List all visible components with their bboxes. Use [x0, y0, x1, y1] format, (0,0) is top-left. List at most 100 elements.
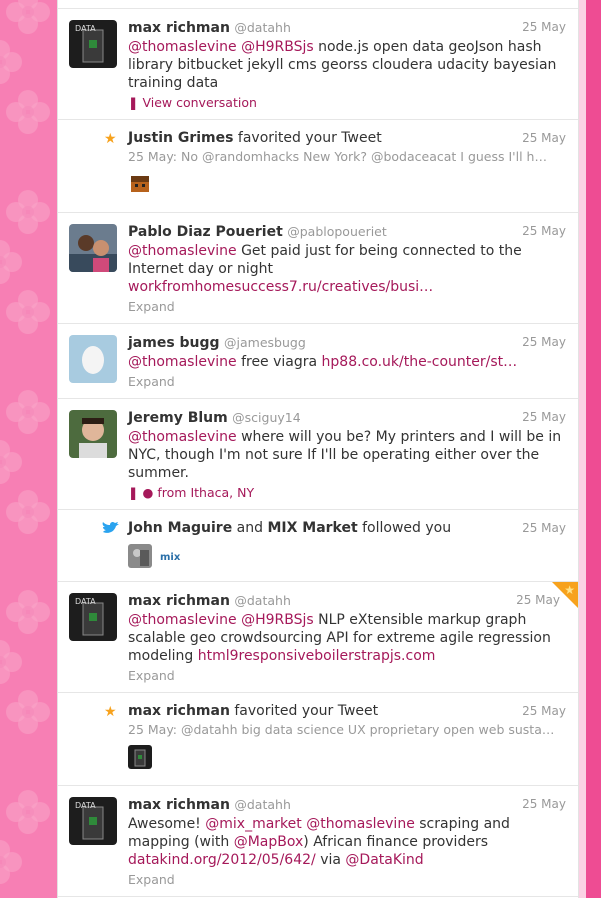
timestamp[interactable]: 25 May — [522, 131, 566, 145]
user-name[interactable]: MIX Market — [267, 520, 357, 536]
mention-link[interactable]: @DataKind — [345, 852, 423, 868]
pixel-avatar-image — [128, 172, 152, 196]
stream-item-tweet[interactable]: ★ DATA 25 May max richman @datahh @thoma… — [58, 582, 578, 693]
user-name[interactable]: Pablo Diaz Poueriet — [128, 224, 283, 240]
mention-link[interactable]: @thomaslevine — [128, 354, 237, 370]
svg-text:DATA: DATA — [75, 801, 96, 810]
user-handle[interactable]: @datahh — [234, 797, 291, 812]
timestamp[interactable]: 25 May — [522, 335, 566, 349]
timestamp[interactable]: 25 May — [522, 20, 566, 34]
speech-bubble-icon: ❚ — [128, 95, 139, 110]
svg-text:DATA: DATA — [75, 24, 96, 33]
timestamp[interactable]: 25 May — [522, 410, 566, 424]
tweet-text: @thomaslevine @H9RBSjs node.js open data… — [128, 39, 557, 91]
stream-item-tweet[interactable]: DATA 25 May max richman @datahh @thomasl… — [58, 9, 578, 120]
user-handle[interactable]: @datahh — [234, 593, 291, 608]
url-link[interactable]: workfromhomesuccess7.ru/creatives/busi… — [128, 279, 433, 295]
expand-link[interactable]: Expand — [128, 668, 566, 683]
activity-stream: DATA 25 May max richman @datahh @thomasl… — [57, 0, 579, 898]
timestamp[interactable]: 25 May — [522, 797, 566, 811]
timestamp[interactable]: 25 May — [522, 521, 566, 535]
mention-link[interactable]: @mix_market — [205, 816, 302, 832]
avatar[interactable]: DATA — [69, 20, 117, 68]
quoted-tweet[interactable]: 25 May: No @randomhacks New York? @bodac… — [128, 148, 566, 166]
mention-link[interactable]: @thomaslevine — [128, 39, 237, 55]
avatar[interactable] — [69, 335, 117, 383]
tweet-meta: ❚ ● from Ithaca, NY — [128, 485, 566, 500]
avatar[interactable] — [128, 544, 152, 568]
user-handle[interactable]: @datahh — [234, 20, 291, 35]
location-link[interactable]: from Ithaca, NY — [157, 485, 254, 500]
tweet-text: @thomaslevine free viagra hp88.co.uk/the… — [128, 354, 518, 370]
data-avatar-image: DATA — [69, 20, 117, 68]
timestamp[interactable]: 25 May — [516, 593, 560, 607]
stream-item-tweet[interactable]: 25 May Jeremy Blum @sciguy14 @thomaslevi… — [58, 399, 578, 510]
url-link[interactable]: hp88.co.uk/the-counter/st… — [322, 354, 518, 370]
mention-link[interactable]: @H9RBSjs — [241, 612, 314, 628]
activity-verb: favorited your Tweet — [234, 703, 379, 719]
photo-avatar-image — [128, 544, 152, 568]
user-name[interactable]: Jeremy Blum — [128, 410, 228, 426]
tweet-text: Awesome! @mix_market @thomaslevine scrap… — [128, 816, 510, 868]
tweet-text: @thomaslevine where will you be? My prin… — [128, 429, 562, 481]
user-name[interactable]: max richman — [128, 20, 230, 36]
mention-link[interactable]: @MapBox — [234, 834, 304, 850]
stream-item-tweet[interactable]: 25 May Pablo Diaz Poueriet @pablopouerie… — [58, 213, 578, 324]
timestamp[interactable]: 25 May — [522, 224, 566, 238]
svg-text:mix: mix — [160, 552, 181, 563]
star-icon: ★ — [564, 583, 575, 597]
stream-item-favorite[interactable]: ★ 25 May Justin Grimes favorited your Tw… — [58, 120, 578, 213]
avatar[interactable] — [128, 172, 152, 196]
user-name[interactable]: james bugg — [128, 335, 220, 351]
expand-link[interactable]: Expand — [128, 299, 566, 314]
avatar[interactable] — [69, 224, 117, 272]
user-name[interactable]: Justin Grimes — [128, 130, 233, 146]
timestamp[interactable]: 25 May — [522, 704, 566, 718]
stream-item-favorite[interactable]: ★ 25 May max richman favorited your Twee… — [58, 693, 578, 786]
tweet-text: @thomaslevine @H9RBSjs NLP eXtensible ma… — [128, 612, 551, 664]
data-avatar-image: DATA — [69, 593, 117, 641]
user-handle[interactable]: @sciguy14 — [232, 410, 301, 425]
stream-item-tweet[interactable]: DATA 25 May max richman @datahh Awesome!… — [58, 786, 578, 897]
photo-avatar-image — [69, 224, 117, 272]
stream-item-tweet[interactable]: 25 May james bugg @jamesbugg @thomaslevi… — [58, 324, 578, 399]
right-border — [586, 0, 601, 898]
tweet-text: @thomaslevine Get paid just for being co… — [128, 243, 522, 295]
default-egg-avatar — [69, 335, 117, 383]
user-name[interactable]: max richman — [128, 703, 230, 719]
user-name[interactable]: max richman — [128, 593, 230, 609]
activity-verb: followed you — [362, 520, 452, 536]
avatar[interactable]: DATA — [69, 797, 117, 845]
url-link[interactable]: html9responsiveboilerstrapjs.com — [198, 648, 436, 664]
quoted-tweet[interactable]: 25 May: @datahh big data science UX prop… — [128, 721, 566, 739]
url-link[interactable]: datakind.org/2012/05/642/ — [128, 852, 316, 868]
view-conversation-link[interactable]: ❚ View conversation — [128, 95, 566, 110]
expand-link[interactable]: Expand — [128, 872, 566, 887]
user-handle[interactable]: @jamesbugg — [224, 335, 306, 350]
stream-top-edge — [58, 0, 578, 9]
right-border-light — [578, 0, 586, 898]
mention-link[interactable]: @thomaslevine — [128, 243, 237, 259]
speech-bubble-icon[interactable]: ❚ — [128, 485, 138, 500]
mention-link[interactable]: @thomaslevine — [128, 612, 237, 628]
photo-avatar-image — [69, 410, 117, 458]
mix-logo-image: mix — [159, 544, 184, 568]
avatar[interactable]: mix — [159, 544, 184, 568]
expand-link[interactable]: Expand — [128, 374, 566, 389]
user-name[interactable]: max richman — [128, 797, 230, 813]
data-avatar-image — [128, 745, 152, 769]
mention-link[interactable]: @thomaslevine — [306, 816, 415, 832]
stream-item-follow[interactable]: 25 May John Maguire and MIX Market follo… — [58, 510, 578, 582]
user-handle[interactable]: @pablopoueriet — [287, 224, 387, 239]
star-icon: ★ — [104, 704, 117, 720]
activity-verb: favorited your Tweet — [237, 130, 382, 146]
mention-link[interactable]: @H9RBSjs — [241, 39, 314, 55]
avatar[interactable] — [128, 745, 152, 769]
svg-text:DATA: DATA — [75, 597, 96, 606]
user-name[interactable]: John Maguire — [128, 520, 232, 536]
location-pin-icon: ● — [142, 485, 154, 500]
avatar[interactable]: DATA — [69, 593, 117, 641]
mention-link[interactable]: @thomaslevine — [128, 429, 237, 445]
avatar[interactable] — [69, 410, 117, 458]
data-avatar-image: DATA — [69, 797, 117, 845]
